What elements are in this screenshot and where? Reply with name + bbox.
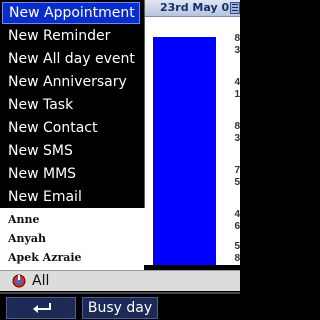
blue-block — [153, 37, 216, 265]
menu-item-new-contact[interactable]: New Contact — [0, 117, 142, 139]
digit: 5 — [234, 241, 240, 252]
menu-item-new-all-day-event[interactable]: New All day event — [0, 48, 142, 70]
list-menu-icon[interactable] — [230, 2, 240, 14]
digit: 4 — [234, 209, 240, 220]
filter-row[interactable]: All — [0, 270, 240, 291]
digit: 8 — [234, 33, 240, 44]
calendar-screen: 23rd May 07 8 3 4 1 8 3 7 5 4 6 5 8 Anne… — [0, 0, 240, 320]
digit: 8 — [234, 121, 240, 132]
digit: 4 — [234, 77, 240, 88]
new-item-menu: New Appointment New Reminder New All day… — [0, 0, 145, 208]
menu-item-new-task[interactable]: New Task — [0, 94, 142, 116]
header-date: 23rd May 07 — [160, 1, 237, 14]
filter-label: All — [32, 273, 50, 289]
busy-day-button[interactable]: Busy day — [82, 297, 158, 319]
digit: 5 — [234, 177, 240, 188]
menu-item-new-anniversary[interactable]: New Anniversary — [0, 71, 142, 93]
menu-item-new-appointment[interactable]: New Appointment — [2, 2, 140, 24]
filter-icon — [12, 274, 26, 288]
menu-item-new-reminder[interactable]: New Reminder — [0, 25, 142, 47]
list-item[interactable]: Anne — [8, 213, 40, 226]
menu-item-new-sms[interactable]: New SMS — [0, 140, 142, 162]
digit: 6 — [234, 221, 240, 232]
list-item[interactable]: Anyah — [8, 232, 46, 245]
digit: 3 — [234, 45, 240, 56]
softkey-bar: Busy day — [0, 292, 240, 320]
digit: 3 — [234, 133, 240, 144]
menu-item-new-email[interactable]: New Email — [0, 186, 142, 208]
digit: 7 — [234, 165, 240, 176]
back-button[interactable] — [6, 297, 76, 319]
list-item[interactable]: Apek Azraie — [8, 251, 82, 264]
menu-item-new-mms[interactable]: New MMS — [0, 163, 142, 185]
contacts-list: Anne Anyah Apek Azraie — [0, 208, 144, 270]
digit: 1 — [234, 89, 240, 100]
digit: 8 — [234, 253, 240, 264]
back-arrow-icon — [31, 301, 53, 315]
